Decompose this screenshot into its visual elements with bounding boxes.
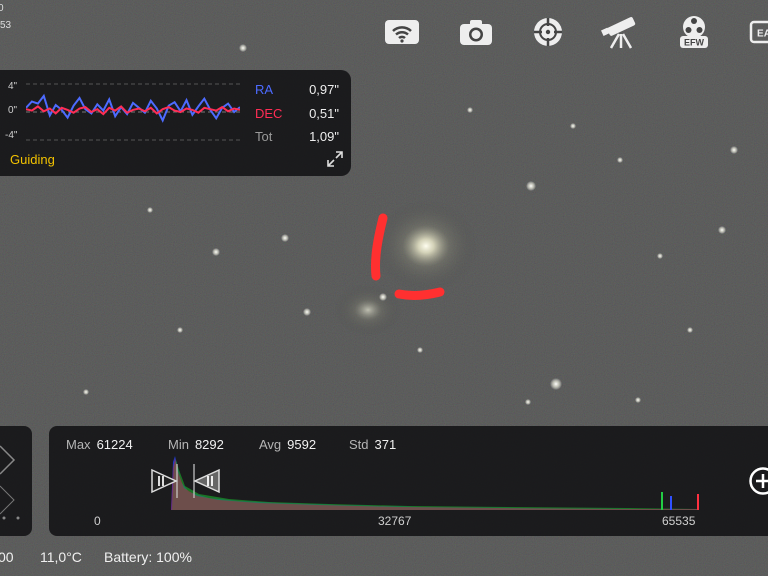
- white-point-handle[interactable]: [193, 464, 221, 498]
- nav-diamond-icon: [0, 445, 20, 520]
- histogram-graph: [171, 456, 699, 510]
- filter-wheel-label: EFW: [684, 38, 705, 48]
- stat-max: Max 61224: [66, 437, 133, 452]
- exposure-readout: 00: [0, 549, 14, 565]
- eaf-label: EA: [757, 29, 768, 40]
- expand-icon[interactable]: [326, 150, 344, 168]
- focus-crosshair-icon: [534, 18, 562, 46]
- focus-button[interactable]: [528, 12, 568, 52]
- dec-label: DEC: [255, 106, 283, 121]
- hist-tick-mid: 32767: [378, 514, 412, 528]
- eaf-icon: EA: [749, 20, 768, 44]
- top-left-fragment-1: 0: [0, 3, 4, 14]
- black-point-handle[interactable]: [150, 464, 178, 498]
- battery-status: Battery: 100%: [104, 549, 192, 565]
- histogram-panel: Max 61224 Min 8292 Avg 9592 Std 371 0 32767 …: [49, 426, 768, 536]
- stat-std: Std 371: [349, 437, 397, 452]
- guide-axis-bottom: -4": [5, 130, 18, 141]
- ra-value: 0,97": [309, 82, 339, 97]
- telescope-icon: [601, 17, 636, 49]
- guiding-graph: [26, 83, 240, 141]
- guide-axis-mid: 0": [8, 105, 18, 116]
- camera-temperature: 11,0°C: [40, 549, 82, 565]
- guiding-panel[interactable]: 4" 0" -4" RA 0,97" DEC 0,51" Tot 1,09" G…: [0, 70, 351, 176]
- camera-button[interactable]: [456, 12, 496, 52]
- hist-tick-min: 0: [94, 514, 101, 528]
- telescope-button[interactable]: [600, 12, 640, 52]
- side-panel[interactable]: [0, 426, 32, 536]
- guide-axis-top: 4": [8, 81, 18, 92]
- tot-value: 1,09": [309, 129, 339, 144]
- filter-wheel-icon: EFW: [680, 16, 708, 48]
- eaf-button[interactable]: EA: [744, 12, 768, 52]
- stat-min: Min 8292: [168, 437, 224, 452]
- top-left-fragment-2: 53: [0, 20, 12, 31]
- tot-label: Tot: [255, 129, 273, 144]
- guiding-title: Guiding: [10, 152, 55, 167]
- wifi-button[interactable]: [382, 12, 422, 52]
- wifi-icon: [385, 20, 419, 44]
- add-icon[interactable]: [748, 466, 768, 496]
- camera-icon: [460, 20, 492, 45]
- stat-avg: Avg 9592: [259, 437, 317, 452]
- ra-label: RA: [255, 82, 274, 97]
- top-left-readout: 0 53: [0, 0, 11, 34]
- hist-tick-max: 65535: [662, 514, 696, 528]
- filter-wheel-button[interactable]: EFW: [674, 12, 714, 52]
- dec-value: 0,51": [309, 106, 339, 121]
